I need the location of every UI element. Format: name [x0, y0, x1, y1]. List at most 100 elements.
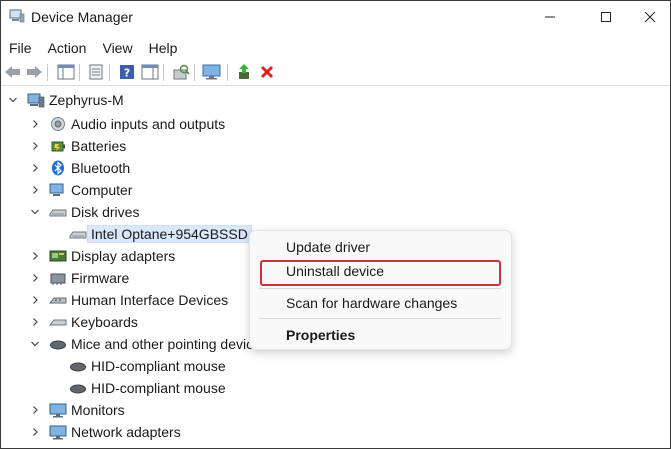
- tree-root[interactable]: Zephyrus-M: [7, 89, 124, 111]
- hid-icon: [49, 292, 67, 308]
- mouse-icon: [69, 358, 87, 374]
- update-driver-icon: [239, 64, 249, 79]
- chevron-right-icon[interactable]: [29, 162, 41, 174]
- computer-icon: [27, 92, 45, 108]
- chevron-right-icon[interactable]: [29, 250, 41, 262]
- chevron-right-icon[interactable]: [29, 404, 41, 416]
- chevron-down-icon[interactable]: [7, 94, 19, 106]
- mouse-icon: [49, 336, 67, 352]
- uninstall-toolbar-button[interactable]: [257, 62, 277, 82]
- device-manager-app-icon: [9, 9, 25, 23]
- action-pane-button[interactable]: [140, 62, 160, 82]
- toolbar-separator: [227, 64, 228, 81]
- tree-item-batteries[interactable]: Batteries: [29, 135, 126, 157]
- tree-root-label: Zephyrus-M: [49, 92, 124, 108]
- tree-item-label: Mice and other pointing devices: [71, 336, 268, 352]
- chevron-right-icon[interactable]: [29, 426, 41, 438]
- toolbar-separator: [79, 64, 80, 81]
- tree-item-label: Batteries: [71, 138, 127, 154]
- update-driver-toolbar-button[interactable]: [234, 62, 254, 82]
- menu-item-scan-hardware[interactable]: Scan for hardware changes: [286, 295, 457, 311]
- red-x-icon: [260, 65, 274, 79]
- tree-item-hid-mouse[interactable]: HID-compliant mouse: [69, 377, 226, 399]
- tree-item-hid[interactable]: Human Interface Devices: [29, 289, 228, 311]
- toolbar: ?: [1, 59, 670, 86]
- tree-item-network-adapters[interactable]: Network adapters: [29, 421, 181, 443]
- menu-bar: File Action View Help: [1, 37, 185, 59]
- tree-item-audio[interactable]: Audio inputs and outputs: [29, 113, 225, 135]
- maximize-icon: [601, 12, 611, 22]
- close-icon: [644, 11, 656, 23]
- toolbar-separator: [163, 64, 164, 81]
- show-hide-console-tree-button[interactable]: [56, 62, 76, 82]
- menu-item-update-driver[interactable]: Update driver: [286, 239, 370, 255]
- tree-item-label: Human Interface Devices: [71, 292, 229, 308]
- tree-item-label: HID-compliant mouse: [91, 358, 226, 374]
- disk-drive-icon: [69, 226, 87, 242]
- title-bar: Device Manager: [1, 1, 670, 33]
- tree-item-hid-mouse[interactable]: HID-compliant mouse: [69, 355, 226, 377]
- tree-item-computer[interactable]: Computer: [29, 179, 132, 201]
- console-tree-icon: [57, 64, 75, 80]
- battery-icon: [49, 138, 67, 154]
- network-adapter-icon: [49, 424, 67, 440]
- forward-button[interactable]: [24, 62, 44, 82]
- mouse-icon: [69, 380, 87, 396]
- chevron-down-icon[interactable]: [29, 206, 41, 218]
- action-pane-icon: [141, 64, 159, 80]
- close-button[interactable]: [628, 3, 670, 31]
- chevron-right-icon[interactable]: [29, 294, 41, 306]
- tree-item-bluetooth[interactable]: Bluetooth: [29, 157, 130, 179]
- tree-item-label: Display adapters: [71, 248, 176, 264]
- help-icon: ?: [120, 65, 134, 80]
- minimize-icon: [545, 16, 555, 18]
- tree-item-label: Bluetooth: [71, 160, 131, 176]
- tree-item-intel-optane[interactable]: Intel Optane+954GBSSD: [69, 223, 252, 245]
- tree-item-label: Keyboards: [71, 314, 138, 330]
- scan-hardware-icon: [173, 64, 190, 80]
- display-adapter-icon: [49, 248, 67, 264]
- toolbar-separator: [47, 64, 48, 81]
- monitor-toolbar-button[interactable]: [202, 62, 222, 82]
- monitor-icon: [202, 64, 221, 80]
- help-toolbar-button[interactable]: ?: [117, 62, 137, 82]
- tree-item-label: Computer: [71, 182, 133, 198]
- scan-hardware-toolbar-button[interactable]: [171, 62, 191, 82]
- tree-item-label: Monitors: [71, 402, 125, 418]
- chevron-right-icon[interactable]: [29, 316, 41, 328]
- chevron-right-icon[interactable]: [29, 184, 41, 196]
- menu-item-uninstall-device[interactable]: Uninstall device: [286, 263, 384, 279]
- menu-separator: [259, 288, 501, 289]
- menu-separator: [259, 318, 501, 319]
- tree-item-monitors[interactable]: Monitors: [29, 399, 125, 421]
- bluetooth-icon: [49, 160, 67, 176]
- tree-item-label: Intel Optane+954GBSSD: [87, 225, 252, 243]
- tree-item-firmware[interactable]: Firmware: [29, 267, 129, 289]
- minimize-button[interactable]: [528, 3, 572, 31]
- chevron-right-icon[interactable]: [29, 118, 41, 130]
- tree-item-disk-drives[interactable]: Disk drives: [29, 201, 139, 223]
- maximize-button[interactable]: [584, 3, 628, 31]
- disk-drive-icon: [49, 204, 67, 220]
- menu-action[interactable]: Action: [40, 37, 95, 59]
- menu-item-properties[interactable]: Properties: [286, 327, 355, 343]
- menu-help[interactable]: Help: [141, 37, 186, 59]
- tree-item-label: Firmware: [71, 270, 130, 286]
- chevron-right-icon[interactable]: [29, 140, 41, 152]
- back-arrow-icon: [5, 66, 20, 78]
- menu-view[interactable]: View: [94, 37, 140, 59]
- properties-icon: [89, 64, 103, 80]
- speaker-icon: [49, 116, 67, 132]
- tree-item-keyboards[interactable]: Keyboards: [29, 311, 138, 333]
- tree-item-mice[interactable]: Mice and other pointing devices: [29, 333, 268, 355]
- monitor-icon: [49, 402, 67, 418]
- menu-file[interactable]: File: [1, 37, 40, 59]
- back-button[interactable]: [3, 62, 23, 82]
- chevron-down-icon[interactable]: [29, 338, 41, 350]
- chevron-right-icon[interactable]: [29, 272, 41, 284]
- window-title: Device Manager: [31, 9, 133, 25]
- firmware-chip-icon: [49, 270, 67, 286]
- toolbar-separator: [194, 64, 195, 81]
- properties-toolbar-button[interactable]: [86, 62, 106, 82]
- tree-item-display-adapters[interactable]: Display adapters: [29, 245, 175, 267]
